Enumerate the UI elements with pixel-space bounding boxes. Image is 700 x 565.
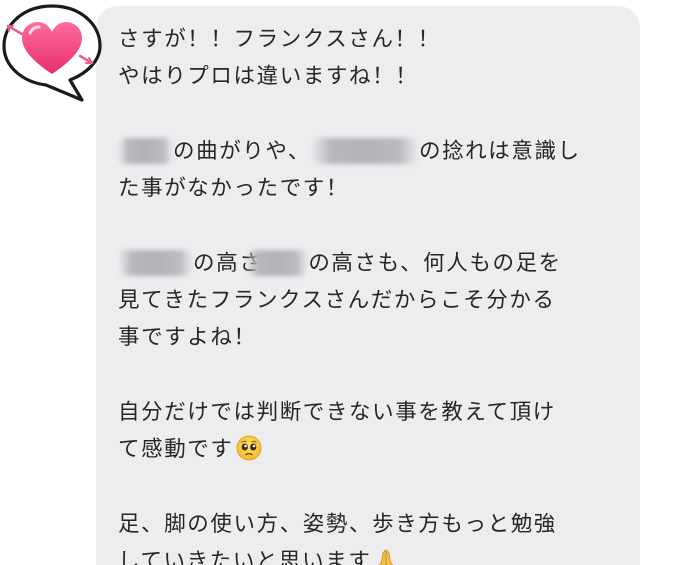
message-line: の高さ の高さも、何人もの足を	[118, 245, 640, 282]
message-text: の高さも、何人もの足を	[308, 251, 562, 276]
message-text: の捻れは意識し	[418, 139, 581, 164]
chat-screen: さすが！！フランクスさん！！ やはりプロは違いますね！！ の曲がりや、 の捻れは意…	[0, 0, 700, 565]
message-paragraph-1: さすが！！フランクスさん！！ やはりプロは違いますね！！	[118, 21, 640, 95]
message-text: していきたいと思います	[118, 549, 372, 565]
message-bubble[interactable]: さすが！！フランクスさん！！ やはりプロは違いますね！！ の曲がりや、 の捻れは意…	[96, 6, 640, 565]
message-line: 見てきたフランクスさんだからこそ分かる	[118, 288, 556, 313]
folded-hands-emoji-icon	[373, 547, 399, 565]
redacted-text	[118, 138, 173, 164]
message-paragraph-2: の曲がりや、 の捻れは意識し た事がなかったです！	[118, 133, 640, 207]
message-line: て感動です	[118, 431, 640, 468]
message-line: 事ですよね！	[118, 325, 257, 350]
message-text: て感動です	[118, 437, 234, 462]
redacted-text	[246, 250, 309, 276]
message-line: た事がなかったです！	[118, 176, 350, 201]
message-paragraph-5: 足、脚の使い方、姿勢、歩き方もっと勉強 していきたいと思います	[118, 506, 640, 565]
pleading-face-emoji-icon	[236, 435, 262, 473]
message-line: の曲がりや、 の捻れは意識し	[118, 133, 640, 170]
message-paragraph-3: の高さ の高さも、何人もの足を 見てきたフランクスさんだからこそ分かる 事ですよね…	[118, 245, 640, 356]
redacted-text	[118, 250, 193, 276]
message-paragraph-4: 自分だけでは判断できない事を教えて頂け て感動です	[118, 394, 640, 468]
heart-speech-bubble-icon	[0, 0, 104, 104]
message-line: 自分だけでは判断できない事を教えて頂け	[118, 400, 556, 425]
redacted-text	[310, 138, 419, 164]
message-line: さすが！！フランクスさん！！	[118, 27, 441, 52]
message-text: の曲がりや、	[173, 139, 311, 164]
message-line: していきたいと思います	[118, 543, 640, 565]
message-line: 足、脚の使い方、姿勢、歩き方もっと勉強	[118, 512, 557, 537]
message-line: やはりプロは違いますね！！	[118, 64, 419, 89]
